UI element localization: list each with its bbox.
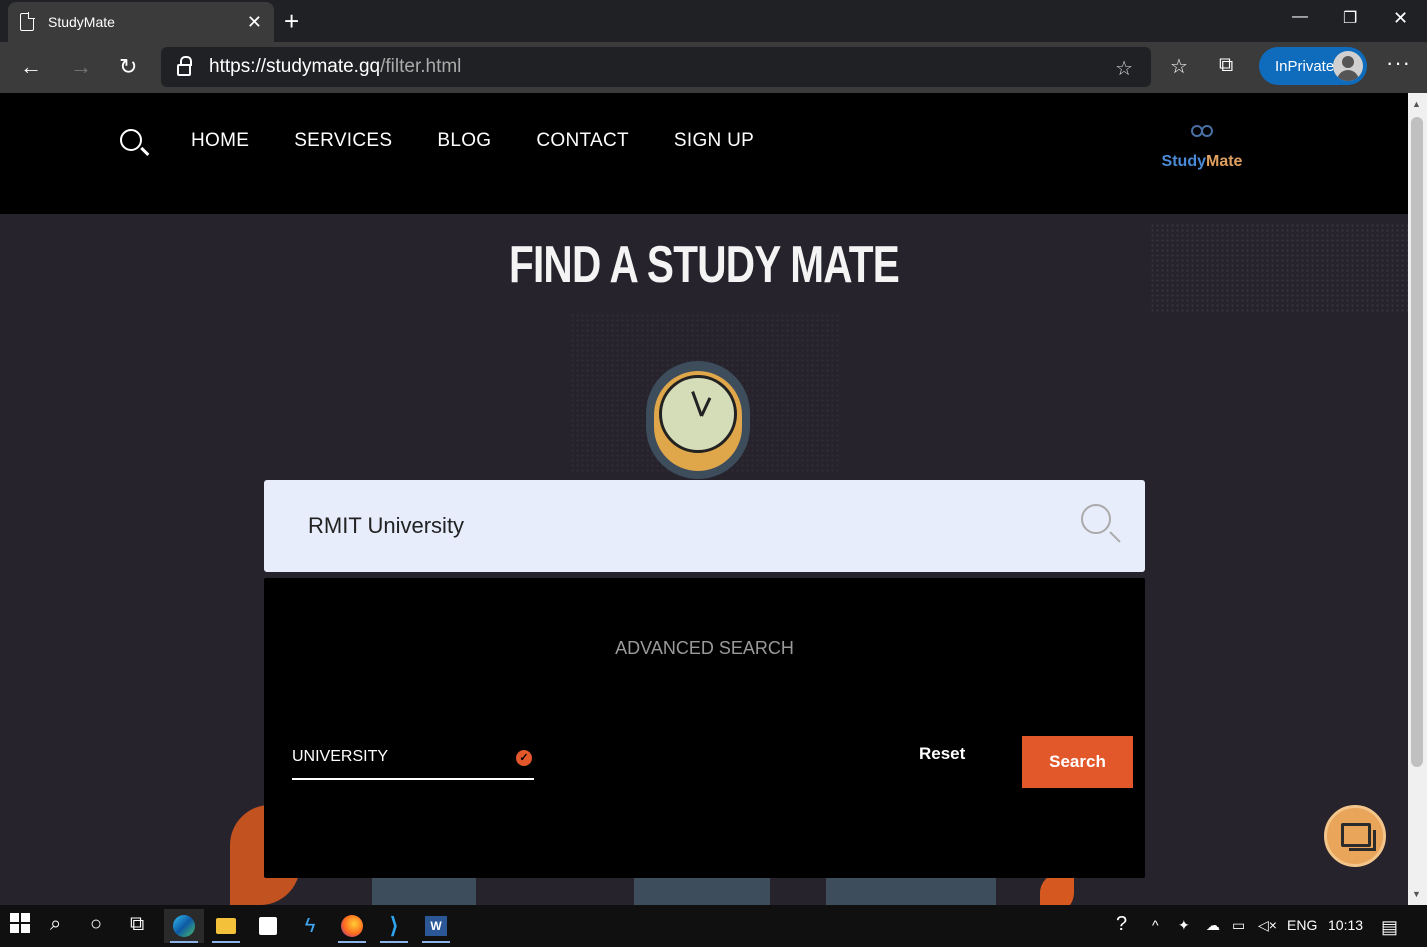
page-scrollbar[interactable]: ▲ ▼	[1408, 93, 1427, 905]
chat-icon[interactable]	[1324, 805, 1386, 867]
task-view-icon[interactable]: ⧉	[130, 913, 144, 936]
url-host: https://studymate.gq	[209, 56, 381, 77]
clock-time[interactable]: 10:13	[1328, 917, 1363, 933]
file-explorer-icon[interactable]	[206, 909, 246, 943]
brand-suffix: Mate	[1206, 153, 1243, 170]
scroll-thumb[interactable]	[1411, 117, 1423, 767]
battery-icon[interactable]: ▭	[1232, 917, 1245, 934]
page-icon	[20, 12, 35, 31]
browser-tab[interactable]: StudyMate ✕	[8, 2, 274, 42]
scroll-up-icon[interactable]: ▲	[1412, 99, 1421, 109]
search-panel	[264, 480, 1145, 572]
site-header: HOME SERVICES BLOG CONTACT SIGN UP Study…	[0, 93, 1408, 214]
browser-tab-bar: StudyMate ✕ + — ❐ ✕	[0, 0, 1427, 42]
page-title: FIND A STUDY MATE	[508, 236, 900, 294]
bolt-app-icon[interactable]: ϟ	[290, 909, 330, 943]
search-input[interactable]	[308, 508, 1048, 544]
restore-icon[interactable]: ❐	[1343, 8, 1357, 28]
tab-title: StudyMate	[48, 14, 115, 30]
nav-home[interactable]: HOME	[191, 130, 249, 152]
store-icon[interactable]	[248, 909, 288, 943]
firefox-icon[interactable]	[332, 909, 372, 943]
scroll-down-icon[interactable]: ▼	[1412, 889, 1421, 899]
brand-name: StudyMate	[1156, 153, 1248, 171]
lock-icon	[177, 56, 192, 76]
url-path: /filter.html	[380, 56, 462, 77]
nav-sign-up[interactable]: SIGN UP	[674, 130, 754, 152]
taskbar: ⌕ ○ ⧉ ϟ ⟩ W ? ^ ✦ ☁ ▭ ◁× ENG 10:13 ▤	[0, 905, 1427, 947]
notifications-icon[interactable]: ▤	[1381, 917, 1398, 938]
cortana-icon[interactable]: ○	[90, 913, 102, 936]
taskbar-search-icon[interactable]: ⌕	[50, 913, 61, 936]
check-icon: ✓	[516, 750, 532, 766]
address-bar[interactable]: https://studymate.gq/filter.html ☆	[161, 47, 1151, 87]
close-tab-icon[interactable]: ✕	[247, 12, 262, 33]
help-icon[interactable]: ?	[1116, 913, 1127, 936]
inprivate-button[interactable]: InPrivate	[1259, 47, 1367, 85]
avatar	[1333, 51, 1363, 81]
volume-muted-icon[interactable]: ◁×	[1258, 917, 1277, 934]
refresh-icon[interactable]: ↻	[119, 54, 137, 80]
onedrive-icon[interactable]: ☁	[1206, 917, 1220, 934]
word-icon[interactable]: W	[416, 909, 456, 943]
edge-icon[interactable]	[164, 909, 204, 943]
close-window-icon[interactable]: ✕	[1393, 8, 1408, 29]
dropbox-icon[interactable]: ✦	[1178, 917, 1190, 934]
clock-icon	[659, 375, 737, 453]
back-icon[interactable]: ←	[20, 54, 42, 80]
collections-icon[interactable]: ⧉	[1219, 54, 1233, 77]
forward-icon[interactable]: →	[70, 54, 92, 80]
clock-illustration	[646, 361, 750, 481]
windows-start-icon[interactable]	[10, 913, 30, 939]
favorites-icon[interactable]: ☆	[1170, 54, 1188, 79]
search-button[interactable]: Search	[1022, 736, 1133, 788]
advanced-search-title: ADVANCED SEARCH	[615, 638, 794, 658]
brand-prefix: Study	[1161, 153, 1206, 170]
minimize-icon[interactable]: —	[1292, 8, 1308, 26]
search-icon[interactable]	[120, 129, 142, 151]
advanced-search-panel: ADVANCED SEARCH UNIVERSITY ✓ Reset Searc…	[264, 578, 1145, 878]
add-favorite-icon[interactable]: ☆	[1115, 56, 1133, 81]
desk-decoration	[634, 878, 770, 905]
show-hidden-icons[interactable]: ^	[1152, 917, 1159, 933]
language-indicator[interactable]: ENG	[1287, 917, 1317, 933]
reset-button[interactable]: Reset	[919, 744, 965, 764]
inprivate-label: InPrivate	[1275, 57, 1335, 75]
nav-services[interactable]: SERVICES	[294, 130, 392, 152]
vscode-icon[interactable]: ⟩	[374, 909, 414, 943]
main-nav: HOME SERVICES BLOG CONTACT SIGN UP	[191, 130, 754, 152]
university-field-value: UNIVERSITY	[292, 748, 389, 765]
new-tab-button[interactable]: +	[284, 6, 299, 37]
search-icon[interactable]	[1081, 504, 1111, 534]
owl-logo-icon	[1191, 119, 1213, 143]
university-field[interactable]: UNIVERSITY ✓	[292, 738, 534, 780]
browser-toolbar: ← → ↻ https://studymate.gq/filter.html ☆…	[0, 42, 1427, 93]
page-viewport: HOME SERVICES BLOG CONTACT SIGN UP Study…	[0, 93, 1408, 905]
nav-contact[interactable]: CONTACT	[536, 130, 629, 152]
nav-blog[interactable]: BLOG	[437, 130, 491, 152]
site-logo[interactable]: StudyMate	[1156, 119, 1248, 171]
more-options-icon[interactable]: ···	[1386, 50, 1411, 76]
